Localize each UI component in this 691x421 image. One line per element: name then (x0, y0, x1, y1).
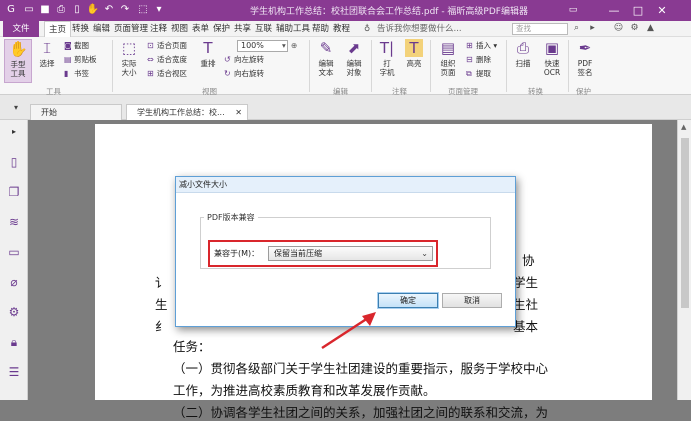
doc-line: （二）协调各学生社团之间的关系，加强社团之间的联系和交流，为 (173, 405, 549, 420)
annotation-arrow-icon (321, 312, 376, 350)
